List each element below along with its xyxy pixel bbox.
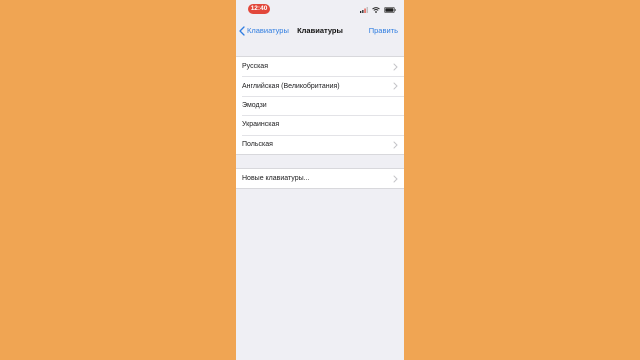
status-time: 12:40 [248, 4, 270, 14]
add-keyboard-section: Новые клавиатуры... [236, 168, 404, 190]
status-bar: 12:40 [236, 0, 404, 18]
list-item-label: Польская [242, 140, 273, 148]
edit-button[interactable]: Править [369, 24, 398, 38]
keyboard-row-russian[interactable]: Русская [236, 57, 404, 76]
add-keyboard-label: Новые клавиатуры... [242, 175, 310, 183]
signal-icon [360, 0, 368, 18]
keyboard-row-emoji[interactable]: Эмодзи [236, 95, 404, 115]
chevron-right-icon [393, 175, 398, 183]
keyboard-row-polish[interactable]: Польская [236, 134, 404, 154]
chevron-right-icon [393, 141, 398, 149]
add-new-keyboard-row[interactable]: Новые клавиатуры... [236, 169, 404, 188]
back-button[interactable]: Клавиатуры [239, 24, 289, 38]
chevron-left-icon [239, 26, 245, 36]
keyboard-row-english-uk[interactable]: Английская (Великобритания) [236, 76, 404, 95]
list-item-label: Украинская [242, 121, 280, 129]
list-item-label: Эмодзи [242, 101, 267, 109]
list-item-label: Английская (Великобритания) [242, 82, 340, 90]
back-label: Клавиатуры [247, 26, 289, 35]
list-item-label: Русская [242, 63, 268, 71]
chevron-right-icon [393, 82, 398, 90]
chevron-right-icon [393, 63, 398, 71]
keyboards-list: Русская Английская (Великобритания) Эмод… [236, 56, 404, 155]
status-icons [360, 5, 396, 13]
navigation-bar: Клавиатуры Клавиатуры Править [236, 22, 404, 40]
keyboard-row-ukrainian[interactable]: Украинская [236, 115, 404, 134]
battery-icon [384, 0, 396, 18]
phone-screen: 12:40 Клавиатуры Клавиатуры Править Русс… [236, 0, 404, 360]
wifi-icon [372, 0, 380, 18]
